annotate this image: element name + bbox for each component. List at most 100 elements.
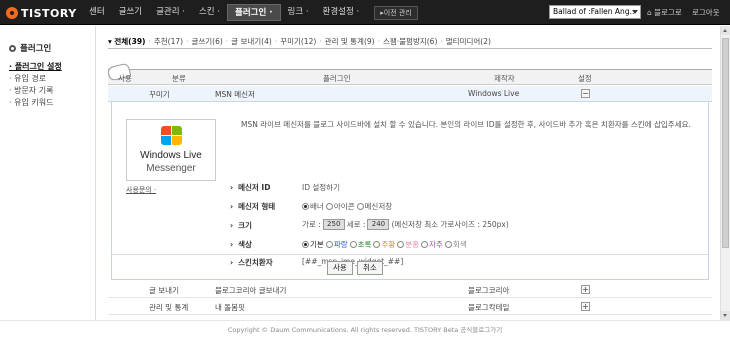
radio-color-option[interactable] (397, 241, 405, 248)
sidebar-item-keywords[interactable]: · 유입 키워드 (9, 97, 62, 109)
option-label: 배너 (310, 202, 324, 211)
scroll-up-arrow-icon[interactable] (721, 26, 730, 35)
filter-separator: · (377, 36, 380, 46)
nav-write[interactable]: 글쓰기 (112, 4, 149, 21)
table-row[interactable]: 글 보내기 블로그코리아 글보내기 블로그코리아 + (108, 282, 712, 298)
messenger-id-label: 메신저 ID (230, 182, 270, 193)
height-input[interactable]: 240 (367, 219, 390, 230)
filter-recommended[interactable]: 추천(17) (154, 36, 183, 47)
previous-admin-button[interactable]: ▸이전 관리 (374, 5, 418, 20)
expand-button[interactable]: + (581, 302, 590, 311)
size-label: 크기 (230, 220, 252, 231)
scroll-down-arrow-icon[interactable] (721, 311, 730, 320)
color-option-label: 자주 (429, 240, 443, 249)
usage-inquiry-link[interactable]: 사용문의 · (126, 185, 156, 195)
sidebar: 플러그인 · 플러그인 설정 · 유입 경로 · 방문자 기록 · 유입 키워드 (0, 26, 95, 326)
radio-color-option[interactable] (421, 241, 429, 248)
radio-color-option[interactable] (349, 241, 357, 248)
radio-color-option[interactable] (373, 241, 381, 248)
header-use: 사용 (118, 74, 132, 83)
filter-separator: · (274, 36, 278, 46)
nav-skin[interactable]: 스킨 · (192, 4, 227, 21)
messenger-type-options: 배너 아이콘 메신저창 (302, 201, 394, 212)
filter-separator: · (186, 36, 189, 46)
sidebar-item-plugin-settings[interactable]: · 플러그인 설정 (9, 61, 62, 73)
header-category: 분류 (172, 74, 186, 83)
nav-link[interactable]: 링크 · (281, 4, 316, 21)
size-note: (메신저창 최소 가로사이즈 : 250px) (391, 220, 509, 229)
category-filter-bar: ▾ 전체(39) · 추천(17) · 글쓰기(6) · 글 보내기(4) · … (108, 35, 712, 49)
radio-color-option[interactable] (325, 241, 333, 248)
messenger-id-setup-link[interactable]: ID 설정하기 (302, 182, 340, 193)
sidebar-item-visitor-log[interactable]: · 방문자 기록 (9, 85, 62, 97)
header-settings: 설정 (578, 74, 592, 83)
filter-multimedia[interactable]: 멀티미디어(2) (446, 36, 491, 47)
color-option-label: 분홍 (405, 240, 420, 249)
scrollbar-thumb[interactable] (722, 38, 729, 248)
row-plugin-name: 내 돌봄핏 (215, 303, 245, 312)
sidebar-menu: · 플러그인 설정 · 유입 경로 · 방문자 기록 · 유입 키워드 (9, 61, 62, 109)
filter-decoration[interactable]: 꾸미기(12) (280, 36, 316, 47)
radio-banner[interactable] (302, 203, 309, 210)
filter-writing[interactable]: 글쓰기(6) (191, 36, 222, 47)
filter-separator: · (225, 36, 229, 46)
windows-live-messenger-logo: Windows Live Messenger (126, 119, 216, 181)
row-plugin-name: MSN 메신저 (215, 90, 255, 99)
filter-separator: · (148, 36, 151, 46)
divider (111, 254, 709, 255)
go-to-blog-link[interactable]: ⌂ 블로그로 (647, 7, 682, 18)
height-label: 세로 : (346, 220, 366, 229)
color-label: 색상 (230, 239, 252, 250)
color-options: 기본 파랑 초록 주황 분홍 자주 회색 (302, 239, 469, 250)
nav-post-manage[interactable]: 글관리 · (149, 4, 192, 21)
nav-center[interactable]: 센터 (82, 4, 112, 21)
radio-color-option[interactable] (302, 241, 309, 248)
filter-management[interactable]: 관리 및 통계(9) (325, 36, 375, 47)
row-category: 글 보내기 (149, 286, 179, 295)
top-navigation-bar: TISTORY 센터 글쓰기 글관리 · 스킨 · 플러그인 · 링크 · 환경… (0, 0, 730, 25)
use-button[interactable]: 사용 (327, 261, 353, 275)
cancel-button[interactable]: 취소 (357, 261, 383, 275)
tistory-logo[interactable]: TISTORY (6, 6, 77, 20)
row-category: 관리 및 통계 (149, 303, 189, 312)
size-fields: 가로 : 250 세로 : 240 (메신저창 최소 가로사이즈 : 250px… (302, 219, 509, 230)
radio-icon[interactable] (325, 203, 333, 210)
color-option-label: 회색 (452, 240, 467, 249)
expand-button[interactable]: + (581, 285, 590, 294)
header-plugin: 플러그인 (323, 74, 351, 83)
nav-plugin[interactable]: 플러그인 · (227, 4, 281, 21)
blog-select-dropdown[interactable]: Ballad of :Fallen Ang.. (549, 5, 641, 19)
blog-select-value: Ballad of :Fallen Ang.. (553, 7, 635, 16)
chevron-down-icon (632, 10, 638, 14)
messenger-type-label: 메신저 형태 (230, 201, 275, 212)
color-option-label: 파랑 (333, 240, 348, 249)
filter-separator: · (319, 36, 322, 46)
table-row[interactable]: 관리 및 통계 내 돌봄핏 블로그칵테일 + (108, 299, 712, 315)
skin-substitute-label: 스킨치환자 (230, 257, 273, 268)
option-label: 아이콘 (333, 202, 355, 211)
sidebar-item-referrer[interactable]: · 유입 경로 (9, 73, 62, 85)
color-option-label: 기본 (310, 240, 324, 249)
logo-text: TISTORY (21, 6, 77, 20)
nav-settings[interactable]: 환경설정 · (316, 4, 367, 21)
collapse-button[interactable]: − (581, 89, 590, 98)
sidebar-title: 플러그인 (9, 42, 51, 54)
filter-spam[interactable]: 스팸·불펌방지(6) (383, 36, 437, 47)
row-author: 블로그코리아 (468, 286, 510, 295)
tistory-logo-icon (6, 7, 18, 19)
vertical-scrollbar[interactable] (720, 26, 730, 320)
filter-all[interactable]: ▾ 전체(39) (108, 36, 145, 47)
logout-link[interactable]: 로그아웃 (692, 7, 720, 18)
filter-send-post[interactable]: 글 보내기(4) (231, 36, 272, 47)
width-input[interactable]: 250 (322, 219, 345, 230)
logo-text-windows-live: Windows Live (140, 150, 202, 161)
color-option-label: 주황 (381, 240, 396, 249)
plugin-table-header: 사용 분류 플러그인 제작자 설정 (106, 62, 712, 85)
row-category: 꾸미기 (149, 90, 170, 99)
plugin-description: MSN 라이브 메신저를 블로그 사이드바에 설치 할 수 있습니다. 본인의 … (241, 120, 691, 129)
option-label: 메신저창 (364, 202, 393, 211)
radio-color-option[interactable] (444, 241, 452, 248)
radio-messenger-window[interactable] (356, 203, 364, 210)
plugin-row-msn[interactable]: 꾸미기 MSN 메신저 Windows Live − (108, 86, 712, 102)
main-content: ▾ 전체(39) · 추천(17) · 글쓰기(6) · 글 보내기(4) · … (95, 26, 720, 320)
